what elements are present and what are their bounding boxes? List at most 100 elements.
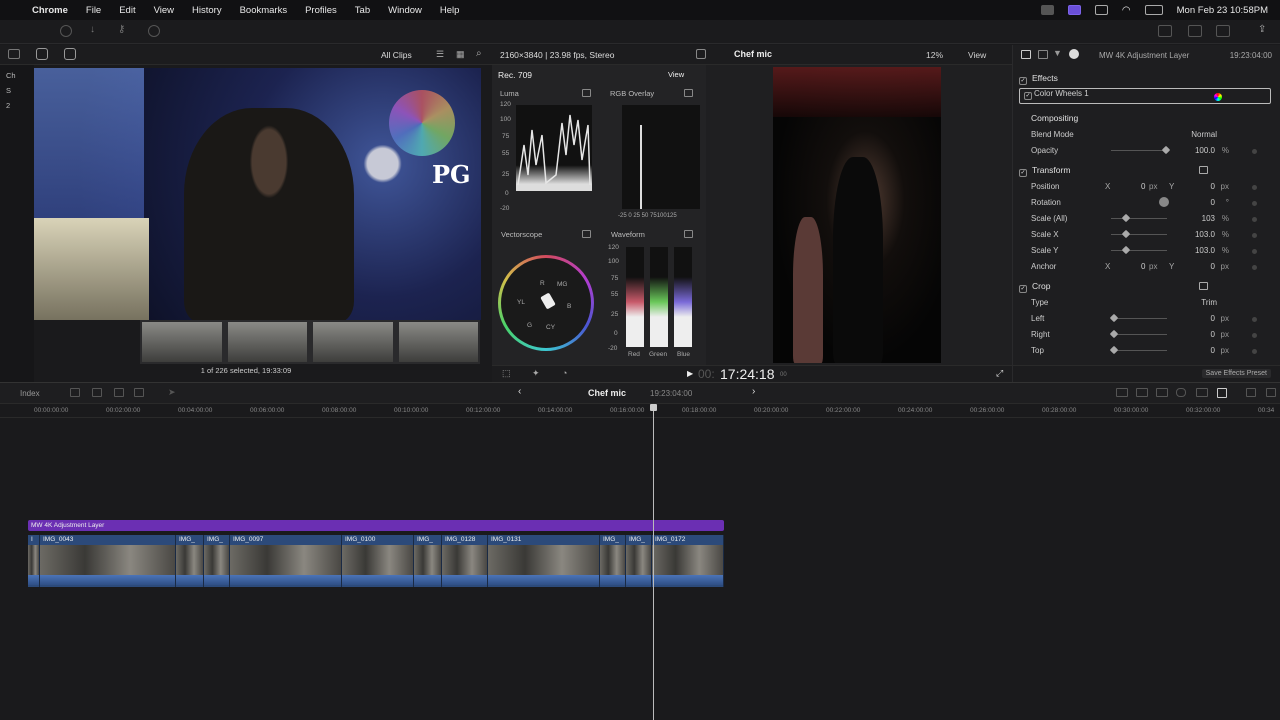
solo-icon[interactable] bbox=[1156, 388, 1168, 397]
menu-history[interactable]: History bbox=[192, 5, 222, 16]
menubar-clock[interactable]: Mon Feb 23 10:58PM bbox=[1177, 5, 1268, 16]
crop-checkbox[interactable]: ✓ bbox=[1019, 285, 1027, 293]
crop-left-value[interactable]: 0 bbox=[1211, 314, 1215, 323]
libraries-icon[interactable] bbox=[8, 49, 20, 59]
viewer-frame[interactable] bbox=[773, 67, 941, 363]
slider-knob[interactable] bbox=[1109, 313, 1119, 323]
color-wheels-icon[interactable] bbox=[1214, 93, 1222, 101]
slider-knob[interactable] bbox=[1121, 229, 1131, 239]
timeline-clip[interactable]: IMG_0128 bbox=[442, 535, 488, 587]
playhead-handle[interactable] bbox=[650, 404, 657, 411]
keyframe-button[interactable] bbox=[1252, 185, 1257, 190]
slider-knob[interactable] bbox=[1121, 213, 1131, 223]
menu-tab[interactable]: Tab bbox=[355, 5, 370, 16]
timeline-clip[interactable]: IMG_0131 bbox=[488, 535, 600, 587]
position-y-value[interactable]: 0 bbox=[1211, 182, 1215, 191]
sidebar-item-library[interactable]: Ch bbox=[6, 71, 34, 80]
crop-top-value[interactable]: 0 bbox=[1211, 346, 1215, 355]
keyframe-button[interactable] bbox=[1252, 333, 1257, 338]
browser-filmstrip[interactable] bbox=[140, 320, 480, 364]
color-wheels-effect[interactable]: ✓ Color Wheels 1 bbox=[1019, 88, 1271, 104]
project-name[interactable]: Chef mic bbox=[588, 388, 626, 398]
menu-help[interactable]: Help bbox=[440, 5, 460, 16]
enhance-icon[interactable]: ✦ bbox=[532, 368, 540, 379]
search-icon[interactable]: ⌕ bbox=[476, 48, 482, 59]
clip-skimmer-preview[interactable]: PG bbox=[34, 68, 481, 320]
key-icon[interactable]: ⚷ bbox=[118, 24, 130, 36]
crop-left-slider[interactable] bbox=[1109, 313, 1167, 323]
opacity-slider[interactable] bbox=[1111, 145, 1171, 155]
color-wheels-checkbox[interactable]: ✓ bbox=[1024, 92, 1032, 100]
info-inspector-tab-icon[interactable] bbox=[1069, 49, 1079, 59]
menu-profiles[interactable]: Profiles bbox=[305, 5, 337, 16]
check-icon[interactable] bbox=[148, 25, 160, 37]
color-inspector-tab-icon[interactable]: ▼ bbox=[1053, 48, 1062, 58]
anchor-y-value[interactable]: 0 bbox=[1211, 262, 1215, 271]
skimming-icon[interactable] bbox=[1116, 388, 1128, 397]
menu-app-name[interactable]: Chrome bbox=[32, 5, 68, 16]
snapping-icon[interactable] bbox=[1196, 388, 1208, 397]
photos-icon[interactable] bbox=[36, 48, 48, 60]
timeline-clip[interactable]: IMG_ bbox=[176, 535, 204, 587]
keyframe-button[interactable] bbox=[1252, 249, 1257, 254]
keyframe-button[interactable] bbox=[1252, 233, 1257, 238]
hd-icon[interactable] bbox=[1094, 5, 1108, 15]
transform-checkbox[interactable]: ✓ bbox=[1019, 169, 1027, 177]
clip-appearance-icon[interactable] bbox=[1217, 388, 1227, 398]
slider-knob[interactable] bbox=[1121, 245, 1131, 255]
connect-clip-icon[interactable] bbox=[70, 388, 80, 397]
transform-onscreen-icon[interactable] bbox=[1199, 166, 1208, 174]
scale-y-slider[interactable] bbox=[1111, 245, 1167, 255]
keyframe-button[interactable] bbox=[1252, 149, 1257, 154]
select-tool-icon[interactable]: ➤ bbox=[168, 387, 176, 398]
crop-type-select[interactable]: Trim bbox=[1201, 298, 1217, 307]
crop-onscreen-icon[interactable] bbox=[1199, 282, 1208, 290]
crop-top-slider[interactable] bbox=[1109, 345, 1167, 355]
save-effects-preset-button[interactable]: Save Effects Preset bbox=[1201, 369, 1271, 378]
position-x-value[interactable]: 0 bbox=[1141, 182, 1145, 191]
menu-bookmarks[interactable]: Bookmarks bbox=[240, 5, 288, 16]
adjustment-layer-clip[interactable]: MW 4K Adjustment Layer bbox=[28, 520, 724, 531]
timeline-clip[interactable]: IMG_ bbox=[600, 535, 626, 587]
menu-file[interactable]: File bbox=[86, 5, 101, 16]
opacity-value[interactable]: 100.0 bbox=[1195, 146, 1215, 155]
keyframe-button[interactable] bbox=[1252, 349, 1257, 354]
headphones-icon[interactable] bbox=[1176, 388, 1186, 397]
transitions-browser-icon[interactable] bbox=[1266, 388, 1276, 397]
timeline-ruler[interactable]: 00:00:00:00 00:02:00:00 00:04:00:00 00:06:0… bbox=[0, 404, 1280, 418]
list-view-icon[interactable]: ☰ bbox=[436, 49, 444, 60]
timeline-back-icon[interactable]: ‹ bbox=[518, 386, 521, 397]
audio-inspector-tab-icon[interactable] bbox=[1038, 50, 1048, 59]
video-inspector-tab-icon[interactable] bbox=[1021, 50, 1031, 59]
timeline-forward-icon[interactable]: › bbox=[752, 386, 755, 397]
share-icon[interactable]: ⇪ bbox=[1258, 24, 1270, 36]
clapper-icon[interactable] bbox=[696, 49, 706, 59]
index-button[interactable]: Index bbox=[20, 389, 40, 398]
primary-storyline[interactable]: I IMG_0043 IMG_ IMG_ IMG_0097 IMG_0100 IMG_ IMG… bbox=[28, 535, 724, 587]
scale-x-slider[interactable] bbox=[1111, 229, 1167, 239]
speed-icon[interactable]: ◔ bbox=[562, 368, 567, 378]
keyframe-button[interactable] bbox=[1252, 201, 1257, 206]
sidebar-item-event[interactable]: 2 bbox=[6, 101, 34, 110]
clip-filter[interactable]: All Clips bbox=[381, 50, 412, 60]
effects-browser-icon[interactable] bbox=[1246, 388, 1256, 397]
scale-x-value[interactable]: 103.0 bbox=[1195, 230, 1215, 239]
append-clip-icon[interactable] bbox=[114, 388, 124, 397]
wifi-icon[interactable]: ◠ bbox=[1122, 5, 1131, 16]
menu-window[interactable]: Window bbox=[388, 5, 422, 16]
luma-settings-icon[interactable] bbox=[582, 89, 591, 97]
slider-knob[interactable] bbox=[1109, 329, 1119, 339]
blend-mode-select[interactable]: Normal bbox=[1191, 130, 1217, 139]
battery-icon[interactable] bbox=[1144, 5, 1163, 15]
scale-all-slider[interactable] bbox=[1111, 213, 1167, 223]
fullscreen-icon[interactable]: ⤢ bbox=[996, 368, 1003, 379]
insert-clip-icon[interactable] bbox=[92, 388, 102, 397]
rotation-value[interactable]: 0 bbox=[1211, 198, 1215, 207]
filmstrip-icon[interactable]: ▦ bbox=[456, 49, 465, 60]
download-icon[interactable]: ↓ bbox=[90, 24, 102, 36]
import-icon[interactable] bbox=[60, 25, 72, 37]
menu-view[interactable]: View bbox=[154, 5, 174, 16]
vectorscope-settings-icon[interactable] bbox=[582, 230, 591, 238]
audio-skimming-icon[interactable] bbox=[1136, 388, 1148, 397]
playhead[interactable] bbox=[650, 404, 657, 720]
